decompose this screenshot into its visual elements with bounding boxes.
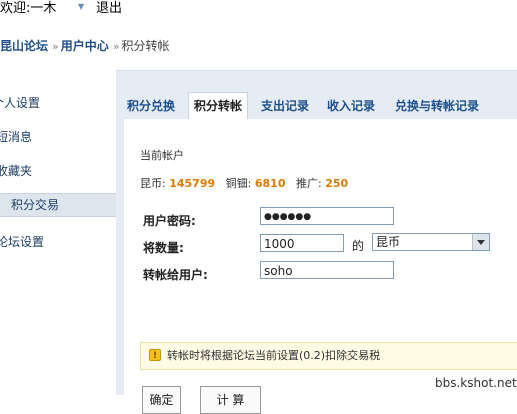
- notice-text: 转帐时将根据论坛当前设置(0.2)扣除交易税: [167, 349, 381, 362]
- tab-points-transfer[interactable]: 积分转帐: [188, 92, 249, 119]
- tab-income-records[interactable]: 收入记录: [327, 93, 375, 119]
- tab-exchange-transfer-records[interactable]: 兑换与转帐记录: [395, 93, 479, 119]
- watermark-text: bbs.kshot.net: [435, 376, 517, 390]
- password-field[interactable]: ●●●●●●: [260, 207, 394, 225]
- sidebar-item-personal-settings[interactable]: 个人设置: [0, 92, 108, 114]
- balance-label: 推广:: [296, 177, 322, 190]
- breadcrumb: 昆山论坛» 用户中心» 积分转帐: [0, 37, 170, 54]
- balance-value: 6810: [254, 177, 286, 190]
- breadcrumb-usercenter-link[interactable]: 用户中心: [61, 39, 109, 53]
- breadcrumb-separator: »: [52, 40, 59, 53]
- amount-label: 将数量:: [143, 241, 184, 255]
- chevron-down-icon[interactable]: ▼: [78, 2, 84, 11]
- confirm-button[interactable]: 确定: [142, 386, 181, 414]
- welcome-user-menu[interactable]: 欢迎:一木: [0, 0, 56, 16]
- chevron-down-icon[interactable]: [472, 234, 489, 250]
- top-bar: 欢迎:一木 ▼ 退出: [0, 0, 517, 18]
- tax-notice: 转帐时将根据论坛当前设置(0.2)扣除交易税: [140, 342, 517, 370]
- transfer-form-area: 当前帐户 昆币: 145799 铜钿: 6810 推广: 250 用户密码: ●…: [124, 119, 517, 414]
- notice-icon: [149, 343, 161, 369]
- breadcrumb-separator: »: [112, 40, 120, 53]
- recipient-input[interactable]: soho: [260, 261, 394, 279]
- tab-points-exchange[interactable]: 积分兑换: [127, 93, 175, 119]
- sidebar-item-points-trade[interactable]: 积分交易: [0, 193, 116, 217]
- currency-select[interactable]: 昆币: [372, 233, 490, 251]
- sidebar-item-favorites[interactable]: 收藏夹: [0, 160, 112, 182]
- account-balances: 昆币: 145799 铜钿: 6810 推广: 250: [140, 175, 348, 191]
- of-text: 的: [352, 239, 365, 253]
- tab-expense-records[interactable]: 支出记录: [261, 93, 309, 119]
- recipient-label: 转帐给用户:: [143, 268, 208, 282]
- calculate-button[interactable]: 计 算: [200, 386, 261, 414]
- amount-input[interactable]: 1000: [260, 234, 344, 252]
- sidebar-item-forum-settings[interactable]: 论坛设置: [0, 231, 112, 253]
- main-panel: 积分兑换 积分转帐 支出记录 收入记录 兑换与转帐记录 当前帐户 昆币: 145…: [116, 70, 517, 414]
- balance-label: 昆币:: [140, 177, 166, 190]
- account-title: 当前帐户: [140, 149, 184, 162]
- balance-value: 250: [325, 177, 349, 190]
- password-label: 用户密码:: [143, 214, 196, 228]
- balance-label: 铜钿:: [225, 177, 252, 190]
- currency-select-value: 昆币: [376, 235, 401, 249]
- sidebar-item-messages[interactable]: 短消息: [0, 126, 112, 148]
- breadcrumb-current: 积分转帐: [121, 39, 170, 53]
- breadcrumb-forum-link[interactable]: 昆山论坛: [0, 39, 48, 53]
- logout-link[interactable]: 退出: [96, 0, 122, 16]
- balance-value: 145799: [169, 177, 216, 190]
